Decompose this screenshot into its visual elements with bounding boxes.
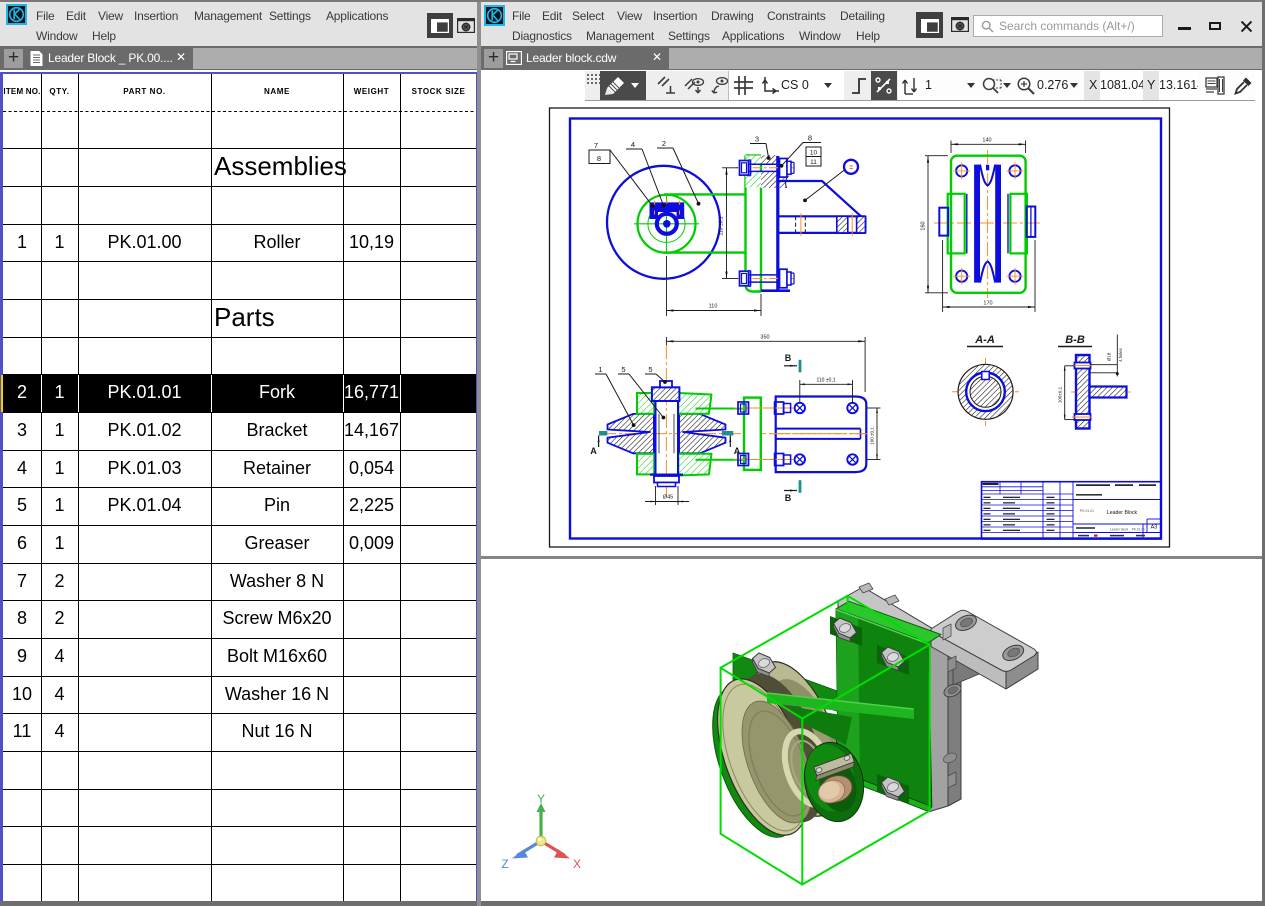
svg-text:Leader Block: Leader Block	[1107, 510, 1138, 516]
svg-text:110 ±0,1: 110 ±0,1	[719, 216, 725, 235]
svg-text:Ø45: Ø45	[663, 495, 673, 501]
svg-text:A-A: A-A	[974, 334, 995, 346]
svg-text:170: 170	[983, 301, 992, 307]
svg-text:X: X	[573, 857, 581, 871]
svg-text:5: 5	[648, 365, 652, 374]
svg-text:PK.01.01: PK.01.01	[1080, 509, 1094, 513]
svg-text:A: A	[734, 446, 741, 456]
svg-text:160: 160	[921, 221, 927, 230]
svg-text:Ø18: Ø18	[1107, 352, 1112, 361]
svg-text:8: 8	[597, 154, 601, 163]
svg-text:8: 8	[808, 134, 812, 143]
svg-text:11: 11	[810, 159, 817, 166]
svg-text:4 holes: 4 holes	[1118, 348, 1123, 362]
svg-text:B: B	[785, 353, 792, 363]
svg-text:1: 1	[598, 365, 602, 374]
svg-text:2: 2	[662, 139, 666, 148]
svg-text:7: 7	[594, 141, 598, 150]
svg-text:110 ±0,1: 110 ±0,1	[816, 378, 835, 384]
svg-text:140: 140	[982, 138, 991, 144]
svg-text:100±0,1: 100±0,1	[1058, 386, 1063, 403]
svg-text:3: 3	[755, 135, 759, 144]
svg-text:A: A	[590, 446, 597, 456]
svg-text:350: 350	[760, 335, 769, 341]
svg-text:Y: Y	[537, 792, 545, 806]
svg-text:B-B: B-B	[1065, 334, 1085, 346]
svg-text:A3: A3	[1151, 525, 1158, 531]
svg-text:B: B	[785, 493, 792, 503]
svg-text:Z: Z	[501, 857, 508, 871]
svg-text:4: 4	[631, 140, 635, 149]
svg-text:5: 5	[621, 365, 625, 374]
svg-text:10: 10	[810, 150, 818, 157]
svg-text:110: 110	[709, 304, 718, 310]
svg-text:Leader block _ PK.01.01: Leader block _ PK.01.01	[1110, 528, 1145, 532]
svg-text:100 ±0,1: 100 ±0,1	[870, 427, 875, 445]
